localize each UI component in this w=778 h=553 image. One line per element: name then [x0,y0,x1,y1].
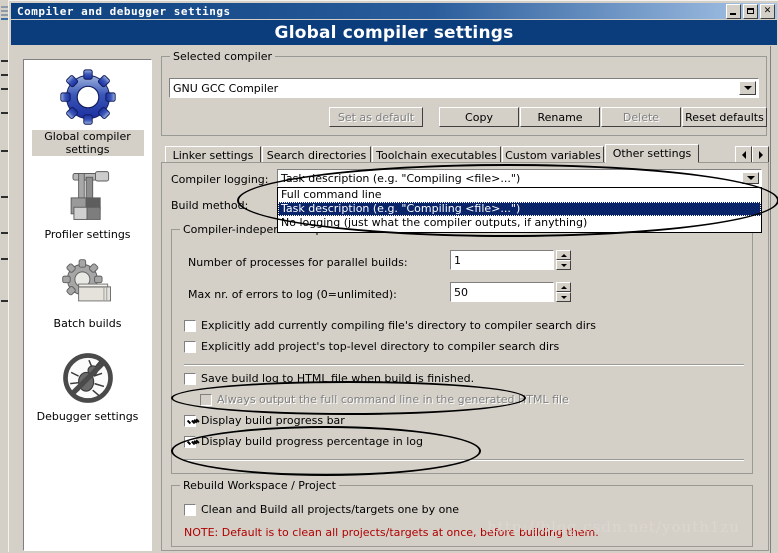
tab-custom-variables[interactable]: Custom variables [502,146,604,163]
tab-toolchain-executables[interactable]: Toolchain executables [372,146,501,163]
set-as-default-button[interactable]: Set as default [329,107,423,127]
checkbox-row-display-progress-bar[interactable]: Display build progress bar [184,414,345,427]
settings-sidebar[interactable]: Global compiler settings Profiler settin… [23,59,152,551]
maximize-button[interactable] [743,4,758,19]
dropdown-option-full-command-line[interactable]: Full command line [278,188,761,202]
num-processes-label: Number of processes for parallel builds: [188,256,408,269]
reset-defaults-button[interactable]: Reset defaults [682,107,767,127]
checkbox-row-display-progress-percentage[interactable]: Display build progress percentage in log [184,435,423,448]
page-header: Global compiler settings [11,20,777,45]
checkbox-label: Save build log to HTML file when build i… [201,372,475,385]
max-errors-stepper[interactable] [556,282,571,302]
client-area: Global compiler settings Profiler settin… [11,46,777,551]
checkbox-row-save-build-log-html[interactable]: Save build log to HTML file when build i… [184,372,474,385]
window-title: Compiler and debugger settings [17,4,231,18]
checkbox-label: Clean and Build all projects/targets one… [201,503,460,516]
dropdown-option-task-description[interactable]: Task description (e.g. "Compiling <file>… [278,202,761,216]
compiler-logging-label: Compiler logging: [171,173,269,186]
page-title: Global compiler settings [274,22,514,43]
sidebar-item-batch-builds[interactable]: Batch builds [24,241,151,330]
num-processes-stepper[interactable] [556,250,571,270]
stepper-down-icon[interactable] [556,292,571,302]
copy-button[interactable]: Copy [439,107,519,127]
minimize-button[interactable] [726,4,741,19]
checkbox-save-build-log-html[interactable] [184,372,196,385]
sidebar-item-global-compiler-settings[interactable]: Global compiler settings [24,60,151,156]
compiler-logging-select[interactable]: Task description (e.g. "Compiling <file>… [277,169,762,187]
dropdown-option-no-logging[interactable]: No logging (just what the compiler outpu… [278,216,761,230]
sidebar-item-debugger-settings[interactable]: Debugger settings [24,330,151,423]
group-caption: Selected compiler [170,50,276,63]
title-bar[interactable]: Compiler and debugger settings ✕ [11,3,777,19]
sidebar-item-label: Batch builds [53,317,122,330]
checkbox-clean-and-build-one-by-one[interactable] [184,503,196,516]
watermark-text: http://blog.csdn.net/youth1zu [487,518,740,536]
checkbox-display-progress-bar[interactable] [184,414,196,427]
sidebar-item-profiler-settings[interactable]: Profiler settings [24,156,151,241]
settings-window: Compiler and debugger settings ✕ Global … [8,0,778,553]
close-icon[interactable]: ✕ [760,4,775,19]
window-controls: ✕ [726,4,775,19]
delete-button[interactable]: Delete [601,107,681,127]
compiler-select-value: GNU GCC Compiler [173,81,279,95]
stepper-up-icon[interactable] [556,282,571,292]
num-processes-input[interactable]: 1 [450,250,554,270]
checkbox-label: Explicitly add project's top-level direc… [201,340,560,353]
divider [184,459,744,461]
checkbox-row-add-compiling-file-dir[interactable]: Explicitly add currently compiling file'… [184,319,596,332]
sidebar-item-label: Global compiler settings [31,130,144,156]
compiler-logging-dropdown[interactable]: Full command line Task description (e.g.… [277,187,762,233]
checkbox-label: Display build progress percentage in log [201,435,423,448]
compiler-select[interactable]: GNU GCC Compiler [169,78,759,98]
settings-panel: Selected compiler GNU GCC Compiler Set a… [161,50,769,551]
other-settings-page: Compiler logging: Build method: Task des… [161,162,769,551]
checkbox-always-output-full-command-line [200,393,212,406]
max-errors-label: Max nr. of errors to log (0=unlimited): [188,288,397,301]
window-right-edge [770,46,778,553]
checkbox-label: Explicitly add currently compiling file'… [201,319,597,332]
rename-button[interactable]: Rename [520,107,600,127]
sidebar-item-label: Debugger settings [36,410,139,423]
gear-icon [59,69,116,125]
checkbox-row-clean-and-build-one-by-one[interactable]: Clean and Build all projects/targets one… [184,503,459,516]
divider [184,364,744,366]
tab-linker-settings[interactable]: Linker settings [165,146,261,163]
checkbox-add-project-toplevel-dir[interactable] [184,340,196,353]
no-bug-icon [62,353,113,403]
settings-tabs[interactable]: Linker settings Search directories Toolc… [161,144,769,164]
group-caption: Rebuild Workspace / Project [180,479,339,492]
chevron-down-icon[interactable] [742,172,759,184]
max-errors-input[interactable]: 50 [450,282,554,302]
compiler-logging-value: Task description (e.g. "Compiling <file>… [281,171,521,185]
build-method-label: Build method: [171,199,249,212]
checkbox-row-always-output-full-command-line: Always output the full command line in t… [200,393,569,406]
gear-pages-icon [61,259,111,302]
tab-other-settings[interactable]: Other settings [605,144,699,163]
stepper-up-icon[interactable] [556,250,571,260]
stepper-down-icon[interactable] [556,260,571,270]
checkbox-label: Display build progress bar [201,414,345,427]
checkbox-label: Always output the full command line in t… [217,393,569,406]
chevron-down-icon[interactable] [739,81,756,95]
caliper-icon [70,171,109,220]
checkbox-row-add-project-toplevel-dir[interactable]: Explicitly add project's top-level direc… [184,340,559,353]
sidebar-item-label: Profiler settings [44,228,131,241]
tab-search-directories[interactable]: Search directories [262,146,371,163]
checkbox-add-compiling-file-dir[interactable] [184,319,196,332]
checkbox-display-progress-percentage[interactable] [184,435,196,448]
